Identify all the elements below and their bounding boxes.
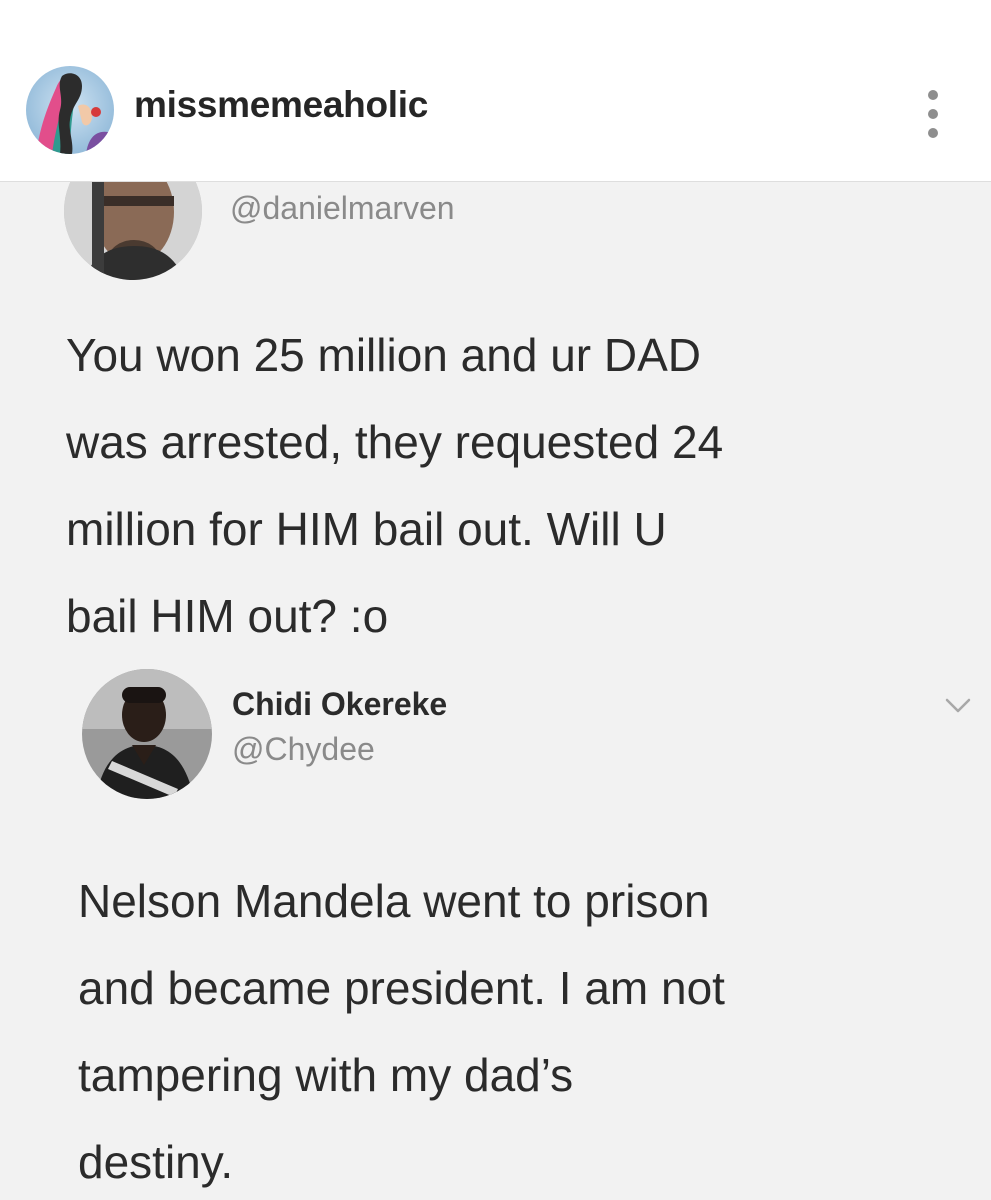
more-vertical-icon[interactable] (916, 90, 950, 138)
dot (928, 90, 938, 100)
dot (928, 128, 938, 138)
tweet-author-avatar (64, 182, 202, 280)
post-image: @danielmarven You won 25 million and ur … (0, 182, 991, 1200)
reply-text: Nelson Mandela went to prison and became… (78, 875, 725, 1188)
profile-avatar[interactable] (26, 66, 114, 154)
reply-author-avatar (82, 669, 212, 799)
tweet-text: You won 25 million and ur DAD was arrest… (66, 329, 724, 642)
reply-author-name: Chidi Okereke (232, 686, 448, 722)
profile-username[interactable]: missmemeaholic (134, 84, 428, 126)
post-header: missmemeaholic (0, 0, 991, 182)
tweet-author-handle: @danielmarven (230, 190, 455, 226)
chevron-down-icon (943, 690, 973, 720)
reply-author-handle: @Chydee (232, 731, 375, 767)
dot (928, 109, 938, 119)
